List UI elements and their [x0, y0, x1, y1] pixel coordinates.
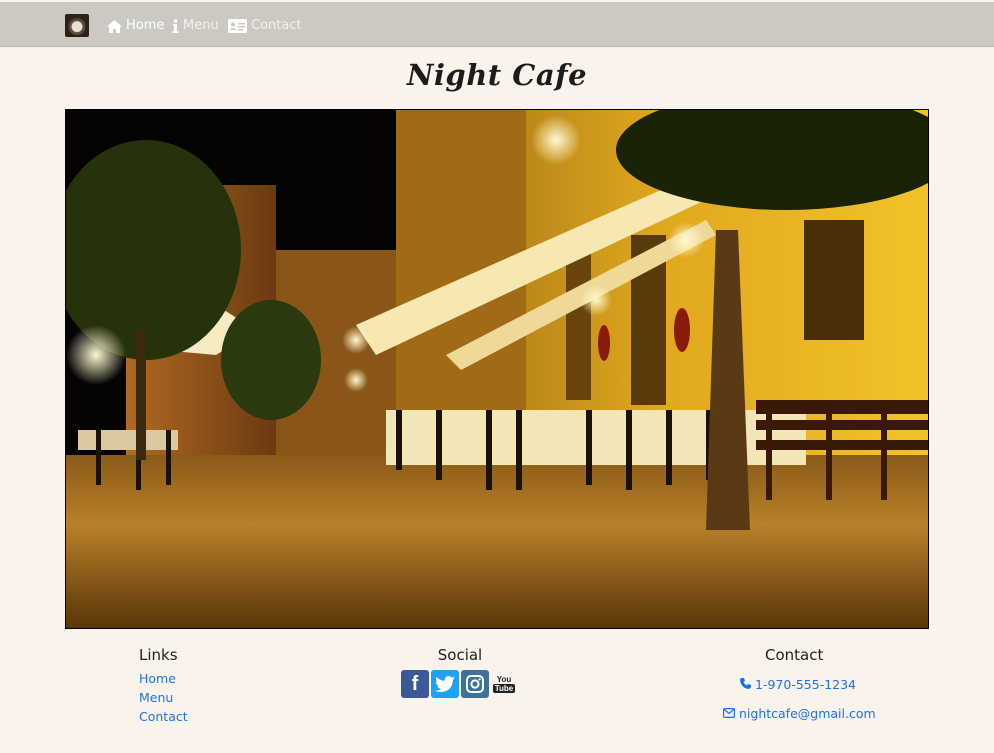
brand-logo[interactable]: [65, 14, 89, 37]
phone-icon: [740, 676, 751, 694]
nav-home[interactable]: Home: [107, 16, 164, 36]
nav-home-label: Home: [126, 18, 165, 33]
nav-menu[interactable]: Menu: [172, 16, 219, 36]
contact-phone[interactable]: 1-970-555-1234: [740, 676, 856, 694]
youtube-icon[interactable]: You Tube: [491, 670, 517, 698]
nav-contact-label: Contact: [251, 18, 302, 33]
twitter-icon[interactable]: [431, 670, 459, 698]
nav-menu-label: Menu: [183, 18, 219, 33]
facebook-icon[interactable]: f: [401, 670, 429, 698]
page-title: Night Cafe: [406, 58, 588, 92]
navbar: Home Menu Contact: [0, 2, 994, 47]
social-icons: f You Tube: [401, 670, 517, 698]
nav-contact[interactable]: Contact: [228, 16, 302, 36]
footer-contact: Contact: [765, 645, 823, 665]
home-icon: [107, 19, 122, 33]
footer-link-menu[interactable]: Menu: [139, 688, 188, 707]
envelope-icon: [723, 705, 736, 723]
hero-image: [65, 109, 929, 629]
footer-contact-heading: Contact: [765, 646, 824, 664]
info-icon: [172, 19, 179, 33]
phone-number: 1-970-555-1234: [755, 677, 857, 692]
contact-email[interactable]: nightcafe@gmail.com: [723, 705, 876, 723]
address-card-icon: [228, 19, 247, 33]
footer-link-contact[interactable]: Contact: [139, 707, 188, 726]
instagram-icon[interactable]: [461, 670, 489, 698]
email-address: nightcafe@gmail.com: [739, 706, 876, 721]
footer-link-home[interactable]: Home: [139, 669, 188, 688]
